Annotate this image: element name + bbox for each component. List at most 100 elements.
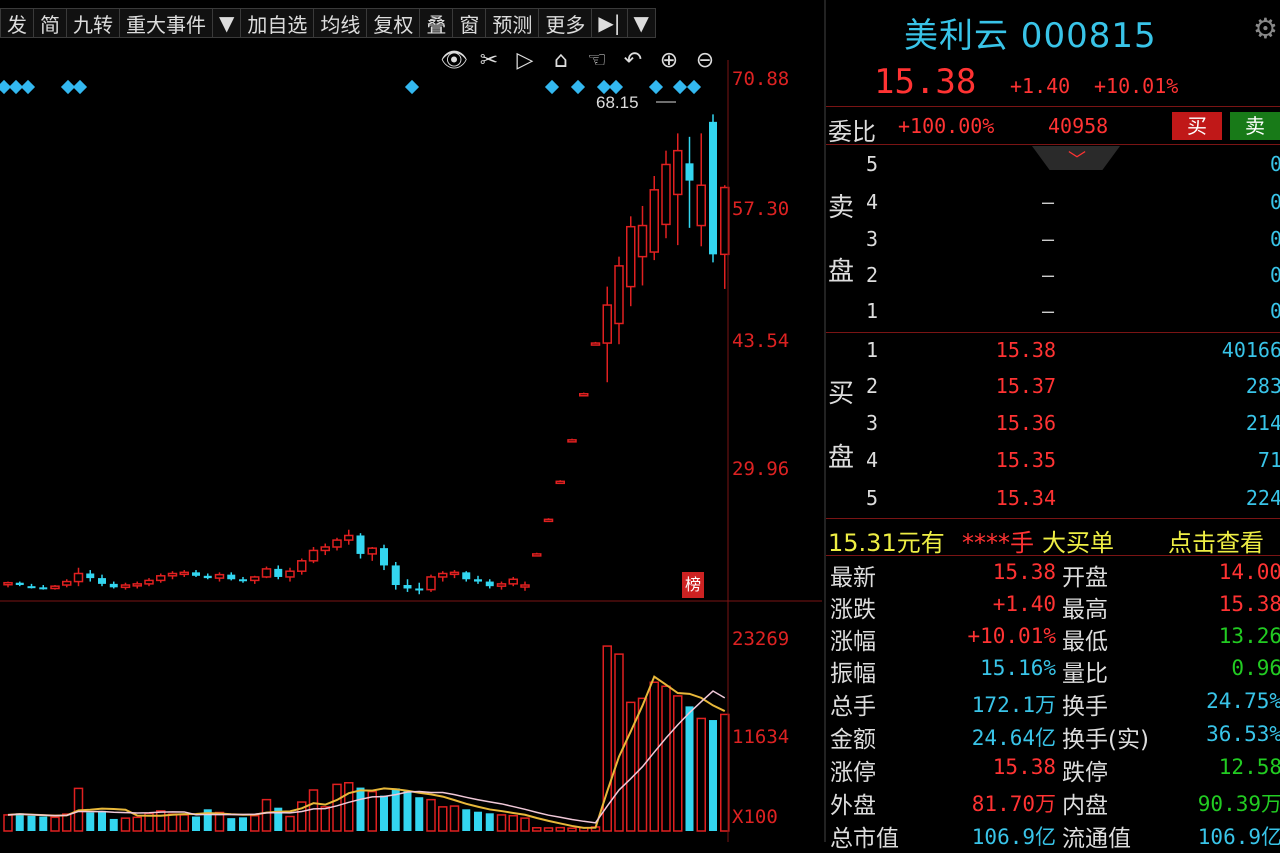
bid-price: 15.36 bbox=[995, 411, 1056, 435]
stat-value: 13.26 bbox=[1218, 624, 1280, 648]
bid-level: 5 bbox=[866, 486, 879, 510]
big-order-banner[interactable]: 15.31元有 ****手 大买单 点击查看 bbox=[826, 518, 1280, 558]
stat-row: 涨幅 +10.01% 最低 13.26 bbox=[826, 620, 1280, 655]
signal-marker[interactable] bbox=[20, 79, 36, 95]
candle-body bbox=[239, 579, 247, 582]
candle-body bbox=[555, 480, 565, 485]
candle-body bbox=[132, 583, 142, 587]
bid-volume: 224 bbox=[1245, 486, 1280, 510]
ask-row[interactable]: 2 — 0 bbox=[826, 257, 1280, 293]
big-order-view-link[interactable]: 点击查看 bbox=[1168, 523, 1264, 558]
stat-value: 12.58 bbox=[1218, 755, 1280, 779]
stat-label: 涨跌 bbox=[830, 597, 876, 623]
buy-button[interactable]: 买 bbox=[1172, 112, 1222, 140]
signal-marker[interactable] bbox=[570, 79, 586, 95]
bid-volume: 40166 bbox=[1221, 338, 1280, 362]
ask-row[interactable]: 5 0 bbox=[826, 146, 1280, 182]
volume-bar bbox=[27, 815, 36, 831]
stat-label: 涨停 bbox=[830, 760, 876, 786]
volume-unit-label: X100 bbox=[732, 806, 778, 828]
stat-label: 流通值 bbox=[1062, 826, 1131, 852]
ask-level: 2 bbox=[866, 263, 879, 287]
candle-body bbox=[626, 225, 636, 288]
bid-row[interactable]: 4 15.35 71 bbox=[826, 442, 1280, 478]
candle-body bbox=[203, 575, 212, 579]
volume-bar bbox=[167, 813, 178, 832]
candle-body bbox=[438, 572, 448, 578]
volume-bar bbox=[15, 813, 24, 831]
volume-bar bbox=[120, 817, 131, 832]
stat-value: 15.38 bbox=[992, 755, 1056, 779]
bid-level: 4 bbox=[866, 448, 879, 472]
ask-row[interactable]: 4 — 0 bbox=[826, 184, 1280, 220]
big-order-volume: ****手 bbox=[962, 529, 1034, 557]
bid-row[interactable]: 2 15.37 283 bbox=[826, 368, 1280, 404]
volume-bar bbox=[50, 816, 60, 832]
stat-label: 振幅 bbox=[830, 661, 876, 687]
candle-body bbox=[344, 534, 354, 541]
stat-value: 36.53% bbox=[1206, 722, 1280, 746]
candle-body bbox=[590, 342, 601, 346]
candle-body bbox=[192, 572, 200, 576]
bid-row[interactable]: 1 15.38 40166 bbox=[826, 332, 1280, 368]
signal-marker[interactable] bbox=[672, 79, 688, 95]
candle-body bbox=[156, 575, 166, 582]
candle-body bbox=[380, 548, 388, 566]
stat-label: 金额 bbox=[830, 727, 876, 753]
kline-chart-panel[interactable]: 发 简 九转 重大事件 ▼ 加自选 均线 复权 叠 窗 预测 更多 ▶| ▼ 👁… bbox=[0, 0, 822, 842]
price-axis-label: 43.54 bbox=[732, 330, 790, 352]
candle-body bbox=[39, 587, 48, 590]
signal-marker[interactable] bbox=[544, 79, 560, 95]
stat-value: 81.70万 bbox=[971, 792, 1056, 816]
volume-bar bbox=[567, 827, 577, 832]
volume-axis-label: 23269 bbox=[732, 628, 790, 650]
volume-bar bbox=[344, 782, 354, 832]
volume-bar bbox=[308, 789, 319, 832]
volume-bar bbox=[39, 816, 48, 831]
signal-marker[interactable] bbox=[648, 79, 664, 95]
candle-body bbox=[297, 560, 307, 572]
candle-body bbox=[50, 585, 60, 590]
ask-price: — bbox=[1042, 263, 1055, 287]
signal-marker[interactable] bbox=[686, 79, 702, 95]
candle-body bbox=[332, 539, 342, 548]
ask-row[interactable]: 1 — 0 bbox=[826, 293, 1280, 329]
ask-volume: 0 bbox=[1269, 263, 1280, 287]
candle-body bbox=[214, 573, 225, 579]
volume-bar bbox=[98, 810, 106, 831]
rank-badge[interactable]: 榜 bbox=[682, 572, 704, 598]
ask-row[interactable]: 3 — 0 bbox=[826, 221, 1280, 257]
stat-label: 内盘 bbox=[1062, 793, 1108, 819]
quote-panel: 美利云 000815 ⚙ 15.38 +1.40 +10.01% 委比 +100… bbox=[824, 0, 1280, 852]
stat-row: 总手 172.1万 换手 24.75% bbox=[826, 685, 1280, 720]
stat-value: 106.9亿 bbox=[971, 825, 1056, 849]
stat-label: 最低 bbox=[1062, 629, 1108, 655]
signal-marker[interactable] bbox=[608, 79, 624, 95]
sell-button[interactable]: 卖 bbox=[1230, 112, 1280, 140]
bid-row[interactable]: 5 15.34 224 bbox=[826, 480, 1280, 516]
stat-value: 0.96 bbox=[1231, 656, 1280, 680]
volume-bar bbox=[426, 798, 436, 832]
ask-level: 1 bbox=[866, 299, 879, 323]
volume-bar bbox=[192, 816, 200, 831]
candle-body bbox=[426, 576, 436, 591]
weicha-value: 40958 bbox=[1048, 114, 1109, 138]
stat-label: 换手(实) bbox=[1062, 727, 1149, 753]
candle-body bbox=[120, 584, 131, 589]
candle-body bbox=[167, 572, 178, 577]
bid-volume: 71 bbox=[1257, 448, 1280, 472]
stat-label: 跌停 bbox=[1062, 760, 1108, 786]
candle-body bbox=[415, 588, 424, 591]
stat-row: 外盘 81.70万 内盘 90.39万 bbox=[826, 784, 1280, 819]
signal-marker[interactable] bbox=[404, 79, 420, 95]
candle-body bbox=[485, 581, 494, 587]
candle-body bbox=[27, 586, 36, 589]
volume-bar bbox=[86, 812, 95, 831]
candle-body bbox=[86, 573, 95, 579]
ask-volume: 0 bbox=[1269, 227, 1280, 251]
signal-marker[interactable] bbox=[72, 79, 88, 95]
volume-bar bbox=[285, 815, 295, 832]
bid-row[interactable]: 3 15.36 214 bbox=[826, 405, 1280, 441]
volume-bar bbox=[543, 827, 554, 832]
gear-icon[interactable]: ⚙ bbox=[1253, 12, 1278, 45]
